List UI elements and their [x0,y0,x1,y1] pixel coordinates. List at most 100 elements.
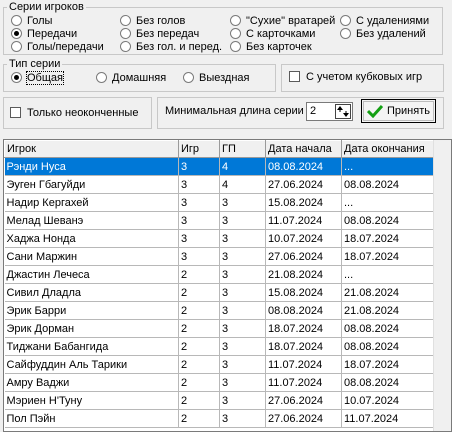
table-row[interactable]: Эрик Дорман 2 3 18.07.2024 08.08.2024 [4,319,436,338]
table-row[interactable]: Рэнди Нуса 3 4 08.08.2024... [4,157,436,176]
checkbox-label: Только неоконченные [27,106,139,119]
cup-games-checkbox[interactable]: С учетом кубковых игр [289,70,422,83]
table-row[interactable]: Сивил Дладла 2 3 15.08.2024 21.08.2024 [4,283,436,302]
radio-no-assists[interactable]: Без передач [120,27,199,40]
radio-away[interactable]: Выездная [183,71,250,84]
table-cell: Эрик Барри [4,301,179,320]
table-cell: ... [341,193,436,212]
table-cell: 2 [178,409,220,428]
table-cell: 3 [219,301,266,320]
apply-button[interactable]: Принять [361,99,436,123]
radio-with-cards[interactable]: С карточками [230,27,315,40]
table-cell: 18.07.2024 [341,229,436,248]
table-row[interactable]: Амру Ваджи 2 3 11.07.2024 08.08.2024 [4,373,436,392]
radio-dot [340,15,351,26]
radio-dot [11,72,22,83]
apply-button-label: Принять [387,105,430,117]
table-row[interactable]: Сани Маржин 3 3 27.06.2024 18.07.2024 [4,247,436,266]
radio-no-goals-assists[interactable]: Без гол. и перед. [120,40,222,53]
checkmark-icon [367,104,384,118]
column-header-start-date[interactable]: Дата начала [265,140,342,158]
radio-label: Общая [26,70,64,85]
radio-label: Без передач [136,27,200,40]
table-row[interactable]: Джастин Лечеса 2 3 21.08.2024... [4,265,436,284]
table-cell: 08.08.2024 [341,373,436,392]
column-header-player[interactable]: Игрок [4,140,179,158]
table-cell: 3 [219,265,266,284]
radio-label: Без гол. и перед. [136,40,223,53]
table-cell: Сайфуддин Аль Тарики [4,355,179,374]
radio-label: С удалениями [356,14,430,27]
radio-label: Домашняя [112,71,167,84]
table-cell: 27.06.2024 [265,409,342,428]
table-cell: Хаджа Нонда [4,229,179,248]
table-cell: 2 [178,265,220,284]
table-cell: 2 [178,319,220,338]
table-cell: Эрик Дорман [4,319,179,338]
table-cell: 21.08.2024 [341,301,436,320]
column-header-gp[interactable]: ГП [219,140,266,158]
table-cell: Мэриен Н'Туну [4,391,179,410]
table-row[interactable]: Пол Пэйн 2 3 27.06.2024 11.07.2024 [4,409,436,428]
radio-dot [230,28,241,39]
table-cell: 3 [219,373,266,392]
table-cell: 3 [178,193,220,212]
radio-goals[interactable]: Голы [11,14,52,27]
table-row[interactable]: Тиджани Бабангида 2 3 18.07.2024 08.08.2024 [4,337,436,356]
table-row[interactable]: Эрик Барри 2 3 08.08.2024 21.08.2024 [4,301,436,320]
radio-label: Передачи [27,27,78,40]
table-cell: 11.07.2024 [341,409,436,428]
table-cell: 2 [178,373,220,392]
table-cell: 08.08.2024 [341,175,436,194]
radio-dot [340,28,351,39]
table-row[interactable]: Хаджа Нонда 3 3 10.07.2024 18.07.2024 [4,229,436,248]
table-cell: Амру Ваджи [4,373,179,392]
table-cell: 4 [219,157,266,176]
table-cell: Мелад Шеванэ [4,211,179,230]
radio-dot [120,15,131,26]
radio-overall[interactable]: Общая [11,70,64,85]
unfinished-only-checkbox[interactable]: Только неоконченные [10,106,138,119]
table-header-row: Игрок Игр ГП Дата начала Дата окончания [4,140,436,158]
table-cell: Пол Пэйн [4,409,179,428]
min-length-label: Минимальная длина серии [165,105,304,117]
radio-without-sendoffs[interactable]: Без удалений [340,27,426,40]
table-row[interactable]: Надир Кергахей 3 3 15.08.2024... [4,193,436,212]
radio-no-goals[interactable]: Без голов [120,14,185,27]
table-cell: 27.06.2024 [265,175,342,194]
column-header-end-date[interactable]: Дата окончания [341,140,436,158]
table-cell: 2 [178,337,220,356]
radio-home[interactable]: Домашняя [96,71,166,84]
table-row[interactable]: Сайфуддин Аль Тарики 2 3 11.07.2024 18.07.20… [4,355,436,374]
radio-goals-assists[interactable]: Голы/передачи [11,40,104,53]
radio-dot [230,15,241,26]
table-cell: 3 [219,247,266,266]
table-cell: 3 [178,175,220,194]
player-series-legend: Серии игроков [7,1,86,13]
table-cell: 2 [178,355,220,374]
table-row[interactable]: Мэриен Н'Туну 2 3 27.06.2024 10.07.2024 [4,391,436,410]
table-cell: ... [341,265,436,284]
radio-dot [96,72,107,83]
radio-with-sendoffs[interactable]: С удалениями [340,14,429,27]
radio-label: Без голов [136,14,186,27]
table-cell: 3 [219,193,266,212]
radio-without-cards[interactable]: Без карточек [230,40,312,53]
table-row[interactable]: Эуген Гбагуйди 3 4 27.06.2024 08.08.2024 [4,175,436,194]
table-cell: 3 [219,409,266,428]
radio-assists[interactable]: Передачи [11,27,77,40]
radio-label: Без карточек [246,40,312,53]
table-cell: 3 [219,391,266,410]
table-cell: 3 [178,247,220,266]
min-length-spinner[interactable]: 2 [306,102,353,121]
checkbox-box [10,107,21,118]
spin-updown-icon[interactable] [335,104,351,119]
radio-clean-sheets[interactable]: "Сухие" вратарей [230,14,335,27]
table-cell: 3 [178,229,220,248]
table-cell: 3 [219,229,266,248]
radio-dot [120,41,131,52]
vertical-scrollbar[interactable] [433,140,451,431]
column-header-games[interactable]: Игр [178,140,220,158]
table-row[interactable]: Мелад Шеванэ 3 3 11.07.2024 08.08.2024 [4,211,436,230]
series-table[interactable]: Игрок Игр ГП Дата начала Дата окончания … [3,139,452,432]
